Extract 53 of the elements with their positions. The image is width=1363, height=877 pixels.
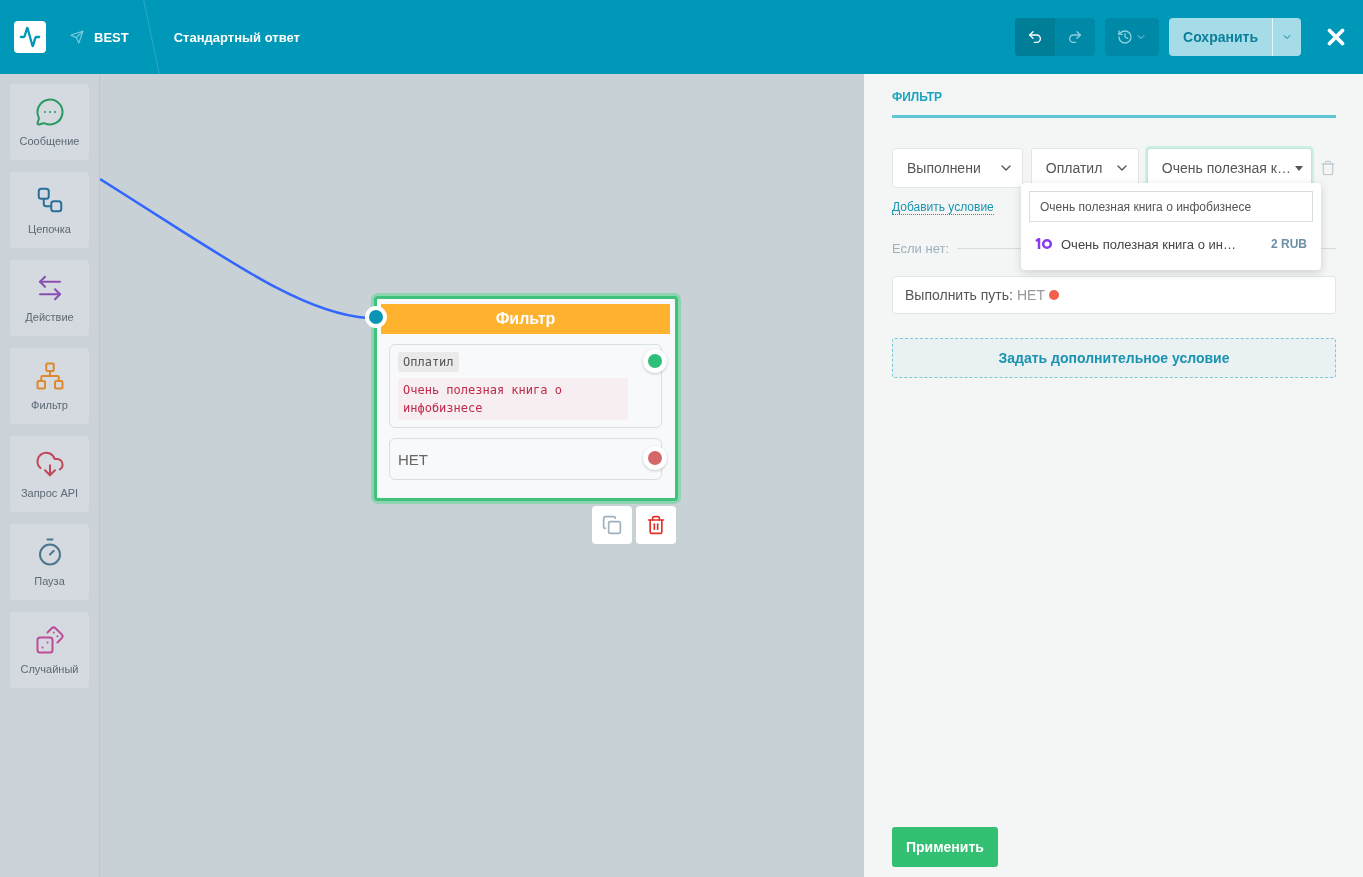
palette-label: Фильтр	[31, 399, 68, 411]
filter-node[interactable]: Фильтр Оплатил Очень полезная книга о инфобизнесе НЕТ	[374, 296, 678, 501]
palette-label: Пауза	[34, 575, 65, 587]
palette-item[interactable]: Случайный	[10, 612, 89, 688]
undo-button[interactable]	[1015, 18, 1056, 56]
filter-icon	[34, 361, 65, 391]
output-port[interactable]	[643, 446, 667, 470]
save-button[interactable]: Сохранить	[1169, 18, 1272, 56]
copy-button[interactable]	[592, 506, 632, 544]
api-icon	[34, 449, 65, 479]
palette-label: Сообщение	[19, 135, 80, 147]
palette-item[interactable]: Фильтр	[10, 348, 89, 424]
redo-button[interactable]	[1055, 18, 1096, 56]
telegram-icon	[70, 30, 84, 44]
copy-icon	[602, 515, 622, 535]
redo-icon	[1067, 29, 1084, 45]
else-label: Если нет:	[892, 241, 950, 256]
page-title: Стандартный ответ	[173, 29, 300, 45]
condition-value: Очень полезная книга о инфобизнесе	[398, 378, 628, 420]
palette-label: Действие	[25, 311, 74, 323]
output-port[interactable]	[643, 349, 667, 373]
status-dot	[1048, 290, 1059, 300]
palette-item[interactable]: Цепочка	[10, 172, 89, 248]
dropdown-option[interactable]: Очень полезная книга о ин… 2 RUB	[1029, 226, 1313, 262]
path-field[interactable]: Выполнить путь: НЕТ	[892, 276, 1336, 314]
project-link[interactable]: BEST	[94, 29, 129, 45]
palette-item[interactable]: Действие	[10, 260, 89, 336]
delete-button[interactable]	[636, 506, 676, 544]
add-extra-condition-button[interactable]: Задать дополнительное условие	[892, 338, 1336, 378]
apply-button[interactable]: Применить	[892, 827, 998, 867]
product-icon	[1035, 238, 1053, 250]
search-field[interactable]: Очень полезная книга о инфобизнесе	[1029, 191, 1313, 222]
panel-tab[interactable]: ФИЛЬТР	[892, 88, 1336, 118]
palette-label: Цепочка	[28, 223, 71, 235]
palette-item[interactable]: Запрос API	[10, 436, 89, 512]
else-label: НЕТ	[398, 450, 428, 468]
caret-icon	[1295, 165, 1303, 171]
random-icon	[34, 625, 65, 655]
history-icon	[1117, 29, 1134, 45]
select-field[interactable]: Выполнени	[892, 148, 1023, 188]
palette-item[interactable]: Пауза	[10, 524, 89, 600]
undo-icon	[1027, 29, 1044, 45]
message-icon	[34, 97, 65, 127]
history-button[interactable]	[1105, 18, 1160, 56]
palette-item[interactable]: Сообщение	[10, 84, 89, 160]
input-port[interactable]	[365, 306, 387, 328]
palette-label: Случайный	[20, 663, 79, 675]
add-condition-link[interactable]: Добавить условие	[892, 200, 994, 215]
palette-label: Запрос API	[20, 487, 79, 499]
logo-icon[interactable]	[14, 21, 46, 53]
node-title: Фильтр	[381, 304, 670, 334]
condition-tag: Оплатил	[398, 352, 459, 372]
trash-icon	[646, 515, 666, 535]
